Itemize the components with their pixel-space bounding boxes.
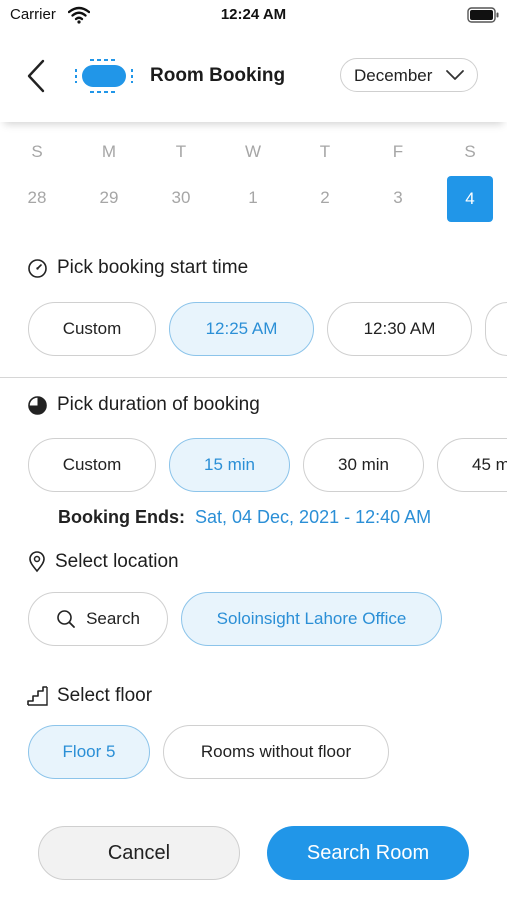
weekday-label: S (464, 142, 476, 161)
app-header: Room Booking December (0, 30, 507, 122)
start-time-section-title: Pick booking start time (27, 257, 248, 279)
weekday-label: T (319, 142, 331, 161)
date-cell[interactable]: 1 (233, 188, 273, 208)
cancel-button[interactable]: Cancel (38, 826, 240, 880)
page-title: Room Booking (150, 65, 286, 86)
month-dropdown-label: December (354, 66, 433, 85)
section-divider (0, 377, 507, 378)
location-section-title: Select location (28, 551, 179, 573)
back-chevron-icon[interactable] (24, 58, 48, 94)
status-bar: Carrier 12:24 AM (0, 0, 507, 30)
clock-icon (28, 258, 47, 278)
date-cell[interactable]: 2 (305, 188, 345, 208)
weekday-label: W (244, 142, 262, 161)
floor-option[interactable]: Rooms without floor (163, 725, 389, 779)
floor-option-selected[interactable]: Floor 5 (28, 725, 150, 779)
location-option-selected[interactable]: Soloinsight Lahore Office (181, 592, 442, 646)
duration-option-partial[interactable]: 45 m (437, 438, 507, 492)
start-time-option-custom[interactable]: Custom (28, 302, 156, 356)
start-time-option-selected[interactable]: 12:25 AM (169, 302, 314, 356)
duration-option[interactable]: 30 min (303, 438, 424, 492)
date-cell-selected[interactable]: 4 (447, 176, 493, 222)
duration-title: Pick duration of booking (57, 394, 260, 415)
date-cell[interactable]: 28 (17, 188, 57, 208)
status-time: 12:24 AM (220, 6, 287, 23)
floor-section-title: Select floor (27, 685, 152, 707)
location-title: Select location (55, 551, 179, 572)
stairs-icon (27, 686, 48, 706)
search-icon (57, 610, 75, 628)
location-search-button[interactable]: Search (28, 592, 168, 646)
meeting-room-icon (75, 59, 133, 93)
booking-ends-label: Booking Ends: (58, 507, 185, 527)
date-cell[interactable]: 3 (378, 188, 418, 208)
weekday-label: M (101, 142, 117, 161)
date-cell[interactable]: 29 (89, 188, 129, 208)
location-pin-icon (29, 551, 45, 573)
duration-option-custom[interactable]: Custom (28, 438, 156, 492)
start-time-title: Pick booking start time (57, 257, 249, 278)
chevron-down-icon (446, 70, 464, 80)
pie-timer-icon (28, 395, 47, 415)
battery-icon (467, 7, 499, 23)
month-dropdown[interactable]: December (340, 58, 478, 92)
duration-option-selected[interactable]: 15 min (169, 438, 290, 492)
booking-ends-value: Sat, 04 Dec, 2021 - 12:40 AM (195, 507, 432, 527)
weekday-label: T (175, 142, 187, 161)
weekday-label: S (31, 142, 43, 161)
weekday-label: F (392, 142, 404, 161)
floor-title: Select floor (57, 685, 153, 706)
duration-section-title: Pick duration of booking (27, 394, 260, 416)
search-room-button[interactable]: Search Room (267, 826, 469, 880)
start-time-option[interactable]: 12:30 AM (327, 302, 472, 356)
location-search-label: Search (86, 609, 140, 628)
start-time-option-partial[interactable] (485, 302, 507, 356)
date-cell[interactable]: 30 (161, 188, 201, 208)
